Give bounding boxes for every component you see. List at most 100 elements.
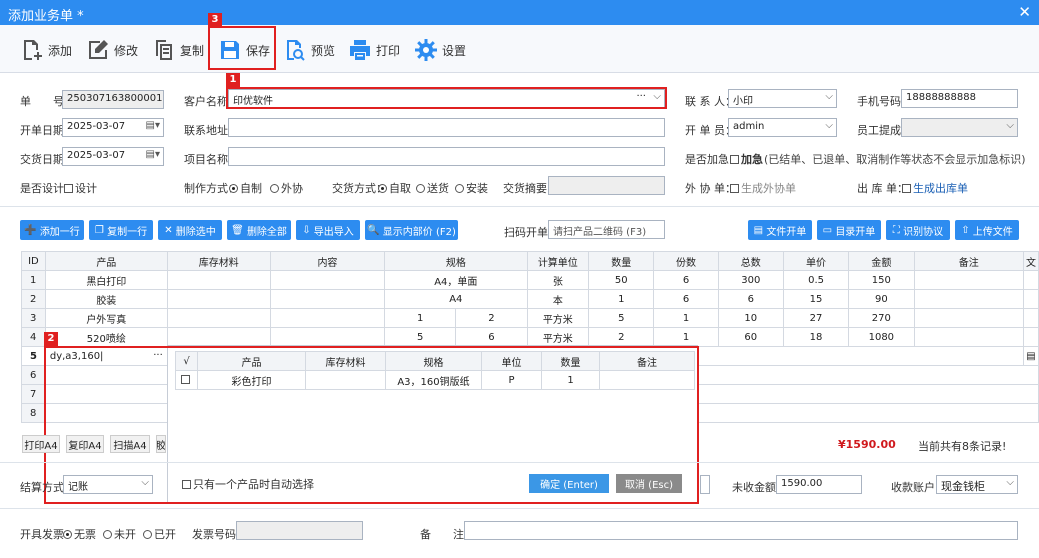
trash-icon: 🗑 [231, 224, 247, 236]
remark-field[interactable] [464, 521, 1018, 540]
deliver-install-radio[interactable]: 安装 [455, 180, 488, 196]
delivery-date-picker[interactable]: 2025-03-07 ▤▾ [62, 147, 164, 166]
upload-button[interactable]: ⇧ 上传文件 [955, 220, 1019, 240]
checkbox-icon [902, 184, 911, 193]
design-checkbox[interactable]: 设计 [64, 180, 97, 196]
settings-button[interactable]: 设置 [414, 35, 466, 65]
settle-select[interactable]: 记账 ⌵ [63, 475, 153, 494]
calendar-icon[interactable]: ▤▾ [146, 149, 160, 160]
col-file: 文 [1023, 251, 1039, 271]
delete-all-button[interactable]: 🗑 删除全部 [227, 220, 291, 240]
make-self-radio[interactable]: 自制 [229, 180, 262, 196]
urgent-checkbox[interactable]: 加急 [730, 151, 763, 167]
invoice-none-radio[interactable]: 无票 [63, 526, 96, 542]
opener-value: admin [733, 121, 765, 132]
outbound-checkbox[interactable]: 生成出库单 [902, 180, 968, 196]
total-amount: ¥1590.00 [838, 438, 896, 451]
open-date-value: 2025-03-07 [67, 121, 126, 132]
toolbar: 添加 修改 复制 保存 预览 打印 设置 [0, 25, 1039, 73]
table-row[interactable]: 1 黑白打印 A4，单面 张 50 6 300 0.5 150 [21, 270, 1039, 290]
chevron-down-icon: ⌵ [1006, 477, 1014, 488]
deliver-send-radio[interactable]: 送货 [416, 180, 449, 196]
invoice-not-radio[interactable]: 未开 [103, 526, 136, 542]
upload-icon: ⇧ [961, 224, 973, 236]
copy-a4-button[interactable]: 复印A4 [66, 435, 104, 453]
outbound-label: 出 库 单： [857, 182, 908, 195]
unpaid-field: 1590.00 [776, 475, 862, 494]
badge-1: 1 [226, 73, 240, 87]
radio-icon [270, 184, 279, 193]
copy-button[interactable]: 复制 [152, 35, 204, 65]
col-content: 内容 [269, 251, 386, 271]
outsource-checkbox[interactable]: 生成外协单 [730, 180, 796, 196]
copy-row-button[interactable]: ❐ 复制一行 [89, 220, 153, 240]
scan-a4-button[interactable]: 扫描A4 [110, 435, 150, 453]
close-icon[interactable]: ✕ [1018, 3, 1031, 21]
project-field[interactable] [228, 147, 665, 166]
chevron-down-icon: ⌵ [825, 91, 833, 102]
add-row-button[interactable]: ➕ 添加一行 [20, 220, 84, 240]
edit-button[interactable]: 修改 [86, 35, 138, 65]
add-button[interactable]: 添加 [20, 35, 72, 65]
phone-field[interactable]: 18888888888 [901, 89, 1018, 108]
preview-icon [287, 40, 305, 61]
printer-icon [350, 40, 370, 60]
grid-header-row: ID 产品 库存材料 内容 规格 计算单位 数量 份数 总数 单价 金额 备注 … [21, 251, 1039, 271]
folder-icon: ▭ [822, 224, 836, 236]
radio-icon [143, 530, 152, 539]
badge-2: 2 [44, 332, 58, 346]
recognize-button[interactable]: ⛶ 识别协议 [886, 220, 950, 240]
table-row[interactable]: 2 胶装 A4 本 1 6 6 15 90 [21, 289, 1039, 309]
open-date-picker[interactable]: 2025-03-07 ▤▾ [62, 118, 164, 137]
plus-icon: ➕ [24, 224, 40, 236]
make-out-radio[interactable]: 外协 [270, 180, 303, 196]
col-price: 单价 [782, 251, 850, 271]
window-title: 添加业务单 * [8, 9, 84, 24]
title-bar: 添加业务单 * ✕ [0, 0, 1039, 25]
show-internal-price-button[interactable]: 🔍 显示内部价 (F2) [365, 220, 458, 240]
settle-value: 记账 [68, 482, 88, 493]
invoice-done-radio[interactable]: 已开 [143, 526, 176, 542]
invoice-no-field[interactable] [236, 521, 363, 540]
deliver-summary-field[interactable] [548, 176, 665, 195]
hidden-field[interactable] [700, 475, 710, 494]
contact-select[interactable]: 小印 ⌵ [728, 89, 837, 108]
col-spec: 规格 [384, 251, 528, 271]
file-order-button[interactable]: ▤ 文件开单 [748, 220, 812, 240]
table-row[interactable]: 3 户外写真 1 2 平方米 5 1 10 27 270 [21, 308, 1039, 328]
col-id: ID [21, 251, 46, 271]
account-select[interactable]: 现金钱柜 ⌵ [936, 475, 1018, 494]
table-row[interactable]: 4 520喷绘 5 6 平方米 2 1 60 18 1080 [21, 327, 1039, 347]
chevron-down-icon: ⌵ [825, 120, 833, 131]
close-icon: ✕ [164, 224, 176, 236]
calendar-icon[interactable]: ▤▾ [146, 120, 160, 131]
import-button[interactable]: ⇩ 导出导入 [296, 220, 360, 240]
outsource-label: 外 协 单： [685, 182, 736, 195]
more-footer-button[interactable]: 胶 [156, 435, 166, 453]
dir-order-button[interactable]: ▭ 目录开单 [817, 220, 881, 240]
add-doc-icon [24, 40, 42, 60]
record-count: 当前共有8条记录! [918, 440, 1007, 453]
contact-value: 小印 [733, 96, 753, 107]
divider [0, 206, 1039, 207]
radio-icon [103, 530, 112, 539]
print-a4-button[interactable]: 打印A4 [22, 435, 60, 453]
deliver-self-radio[interactable]: 自取 [378, 180, 411, 196]
settings-label: 设置 [442, 43, 467, 58]
commission-select[interactable]: ⌵ [901, 118, 1018, 137]
account-value: 现金钱柜 [941, 480, 985, 493]
file-icon[interactable]: ▤ [1023, 346, 1039, 366]
checkbox-icon [64, 184, 73, 193]
preview-button[interactable]: 预览 [283, 35, 335, 65]
print-button[interactable]: 打印 [348, 35, 400, 65]
badge-3: 3 [208, 13, 222, 27]
radio-icon [63, 530, 72, 539]
opener-select[interactable]: admin ⌵ [728, 118, 837, 137]
scan-input[interactable]: 请扫产品二维码 (F3) [548, 220, 665, 239]
edit-label: 修改 [114, 43, 139, 58]
address-field[interactable] [228, 118, 665, 137]
col-copies: 份数 [653, 251, 719, 271]
delete-selected-button[interactable]: ✕ 删除选中 [158, 220, 222, 240]
highlight-customer [226, 87, 667, 109]
radio-icon [378, 184, 387, 193]
